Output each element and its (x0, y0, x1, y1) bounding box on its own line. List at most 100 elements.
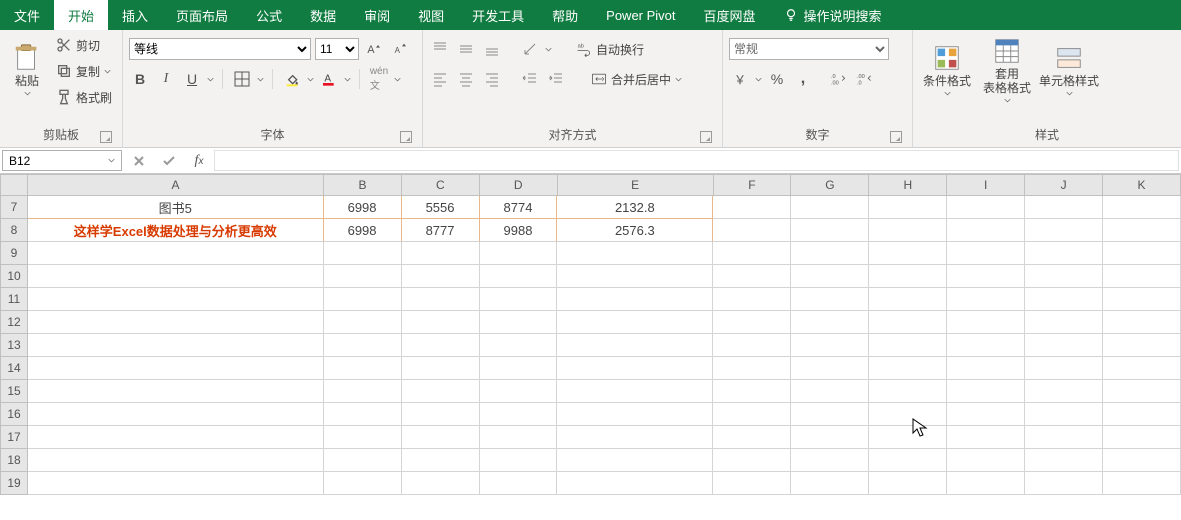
cell[interactable] (480, 426, 558, 449)
cell[interactable] (557, 311, 713, 334)
cell[interactable] (1025, 380, 1103, 403)
cell[interactable]: 2132.8 (557, 196, 713, 219)
cell[interactable] (791, 196, 869, 219)
cell[interactable] (557, 472, 713, 495)
cell[interactable] (1103, 426, 1181, 449)
chevron-down-icon[interactable] (344, 76, 351, 83)
cell[interactable] (28, 403, 324, 426)
chevron-down-icon[interactable] (207, 76, 214, 83)
cell[interactable] (28, 472, 324, 495)
font-color-button[interactable]: A (318, 68, 340, 90)
chevron-down-icon[interactable] (108, 157, 115, 164)
cell[interactable] (402, 265, 480, 288)
tab-baidu-netdisk[interactable]: 百度网盘 (690, 0, 770, 30)
cell[interactable] (28, 288, 324, 311)
align-center-button[interactable] (455, 68, 477, 90)
row-header[interactable]: 14 (0, 357, 28, 380)
row-header[interactable]: 7 (0, 196, 28, 219)
cell[interactable]: 8774 (480, 196, 558, 219)
select-all-corner[interactable] (0, 174, 28, 196)
cell[interactable] (402, 288, 480, 311)
cell[interactable] (1025, 357, 1103, 380)
bold-button[interactable]: B (129, 68, 151, 90)
cell[interactable] (947, 265, 1025, 288)
number-format-select[interactable]: 常规 (729, 38, 889, 60)
cell[interactable] (324, 288, 402, 311)
cell[interactable] (947, 426, 1025, 449)
cell[interactable] (1103, 334, 1181, 357)
column-header[interactable]: H (869, 174, 947, 196)
cell[interactable] (402, 311, 480, 334)
italic-button[interactable]: I (155, 68, 177, 90)
tab-file[interactable]: 文件 (0, 0, 54, 30)
cancel-formula-button[interactable] (124, 148, 154, 173)
cell[interactable] (1025, 472, 1103, 495)
tab-help[interactable]: 帮助 (538, 0, 592, 30)
cell[interactable] (402, 380, 480, 403)
formula-input[interactable] (214, 150, 1179, 171)
cell[interactable] (947, 472, 1025, 495)
cell[interactable] (1103, 311, 1181, 334)
cell[interactable] (713, 426, 791, 449)
name-box-input[interactable] (9, 154, 89, 168)
cell[interactable] (947, 311, 1025, 334)
cell[interactable] (557, 288, 713, 311)
cell[interactable] (869, 403, 947, 426)
tell-me-search[interactable]: 操作说明搜索 (770, 0, 896, 30)
align-left-button[interactable] (429, 68, 451, 90)
cell[interactable] (324, 449, 402, 472)
align-right-button[interactable] (481, 68, 503, 90)
cell[interactable] (1025, 196, 1103, 219)
decrease-decimal-button[interactable]: .00.0 (854, 68, 876, 90)
cell[interactable] (557, 449, 713, 472)
cell[interactable] (1025, 288, 1103, 311)
row-header[interactable]: 10 (0, 265, 28, 288)
chevron-down-icon[interactable] (755, 76, 762, 83)
cell[interactable] (947, 196, 1025, 219)
accounting-format-button[interactable]: ￥ (729, 68, 751, 90)
column-header[interactable]: B (324, 174, 402, 196)
cell[interactable] (557, 403, 713, 426)
cell[interactable] (28, 242, 324, 265)
cell[interactable] (947, 403, 1025, 426)
cell[interactable] (480, 334, 558, 357)
cell[interactable] (1025, 242, 1103, 265)
row-header[interactable]: 8 (0, 219, 28, 242)
cell[interactable] (28, 311, 324, 334)
cell[interactable] (791, 380, 869, 403)
phonetic-guide-button[interactable]: wén文 (368, 68, 390, 90)
tab-formulas[interactable]: 公式 (242, 0, 296, 30)
cell[interactable] (557, 357, 713, 380)
column-header[interactable]: I (947, 174, 1025, 196)
cell[interactable] (713, 242, 791, 265)
conditional-formatting-button[interactable]: 条件格式 (919, 34, 975, 106)
cell[interactable] (791, 472, 869, 495)
cell[interactable] (947, 242, 1025, 265)
cell[interactable] (28, 449, 324, 472)
cell[interactable]: 图书5 (28, 196, 324, 219)
cell[interactable] (947, 357, 1025, 380)
comma-format-button[interactable]: , (792, 68, 814, 90)
cell[interactable]: 9988 (480, 219, 558, 242)
chevron-down-icon[interactable] (307, 76, 314, 83)
align-top-button[interactable] (429, 38, 451, 60)
cell[interactable] (869, 242, 947, 265)
copy-button[interactable]: 复制 (52, 60, 116, 82)
cell[interactable] (791, 426, 869, 449)
cell[interactable] (869, 472, 947, 495)
cell[interactable] (480, 357, 558, 380)
increase-decimal-button[interactable]: .0.00 (828, 68, 850, 90)
cell[interactable]: 8777 (402, 219, 480, 242)
chevron-down-icon[interactable] (545, 46, 552, 53)
orientation-button[interactable] (519, 38, 541, 60)
cell[interactable] (480, 242, 558, 265)
format-painter-button[interactable]: 格式刷 (52, 86, 116, 108)
cell[interactable] (480, 288, 558, 311)
cell[interactable] (402, 403, 480, 426)
cell[interactable] (713, 334, 791, 357)
cell[interactable] (869, 357, 947, 380)
tab-review[interactable]: 审阅 (350, 0, 404, 30)
dialog-launcher-icon[interactable] (100, 131, 112, 143)
cell[interactable] (1103, 242, 1181, 265)
cell[interactable] (480, 311, 558, 334)
